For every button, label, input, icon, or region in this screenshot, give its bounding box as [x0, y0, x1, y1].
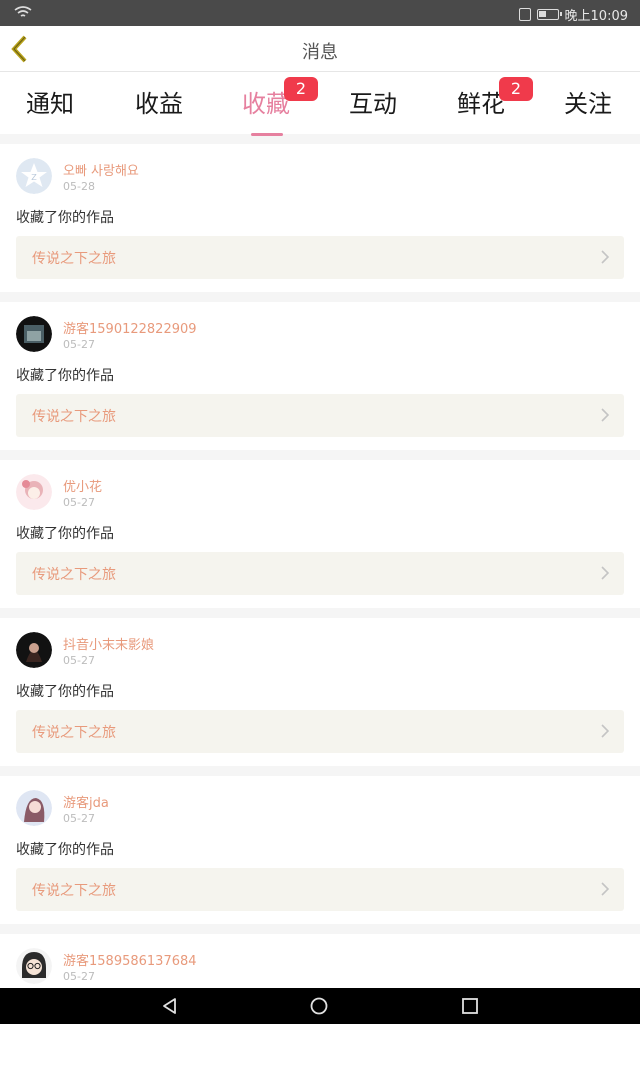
action-text: 收藏了你的作品	[16, 684, 114, 700]
work-title: 传说之下之旅	[32, 725, 116, 741]
home-circle-icon[interactable]	[309, 996, 329, 1016]
header: 消息	[0, 26, 640, 72]
work-link[interactable]: 传说之下之旅	[16, 710, 624, 753]
avatar[interactable]	[16, 948, 52, 984]
action-text: 收藏了你的作品	[16, 210, 114, 226]
list-item: Z 오빠 사랑해요 05-28 收藏了你的作品 传说之下之旅	[0, 144, 640, 292]
tab-notice[interactable]: 通知	[5, 84, 95, 119]
tab-flowers[interactable]: 鲜花 2	[436, 77, 533, 119]
chevron-right-icon	[601, 250, 610, 264]
tab-favorites[interactable]: 收藏 2	[221, 77, 318, 136]
avatar[interactable]: Z	[16, 158, 52, 194]
status-bar: 晚上10:09	[0, 0, 640, 26]
work-title: 传说之下之旅	[32, 883, 116, 899]
avatar[interactable]	[16, 790, 52, 826]
favorites-badge: 2	[284, 77, 318, 101]
user-name[interactable]: 游客1590122822909	[63, 318, 197, 337]
list-item: 抖音小末末影娘 05-27 收藏了你的作品 传说之下之旅	[0, 618, 640, 766]
list-item: 优小花 05-27 收藏了你的作品 传说之下之旅	[0, 460, 640, 608]
flowers-badge: 2	[499, 77, 533, 101]
tab-bar: 通知 收益 收藏 2 互动 鲜花 2 关注	[0, 72, 640, 136]
recent-apps-icon[interactable]	[460, 996, 480, 1016]
navigation-bar	[0, 988, 640, 1024]
user-name[interactable]: 优小花	[63, 476, 102, 495]
battery-icon	[536, 9, 562, 20]
chevron-right-icon	[601, 882, 610, 896]
action-text: 收藏了你的作品	[16, 842, 114, 858]
tab-label: 关注	[564, 90, 612, 118]
list-item: 游客jda 05-27 收藏了你的作品 传说之下之旅	[0, 776, 640, 924]
user-name[interactable]: 游客1589586137684	[63, 950, 197, 969]
message-date: 05-27	[63, 812, 95, 825]
tab-interaction[interactable]: 互动	[328, 84, 418, 119]
active-tab-indicator	[251, 133, 283, 136]
tab-label: 收藏	[242, 90, 290, 118]
chevron-right-icon	[601, 724, 610, 738]
tab-label: 互动	[349, 90, 397, 118]
user-name[interactable]: 抖音小末末影娘	[63, 634, 154, 653]
work-link[interactable]: 传说之下之旅	[16, 394, 624, 437]
tab-label: 鲜花	[457, 90, 505, 118]
user-name[interactable]: 오빠 사랑해요	[63, 160, 139, 179]
work-link[interactable]: 传说之下之旅	[16, 868, 624, 911]
wifi-icon	[14, 6, 32, 17]
work-title: 传说之下之旅	[32, 567, 116, 583]
status-time: 晚上10:09	[564, 9, 628, 24]
chevron-right-icon	[601, 408, 610, 422]
avatar[interactable]	[16, 474, 52, 510]
tab-earnings[interactable]: 收益	[114, 84, 204, 119]
message-date: 05-27	[63, 970, 95, 983]
work-link[interactable]: 传说之下之旅	[16, 552, 624, 595]
message-date: 05-27	[63, 654, 95, 667]
page-title: 消息	[302, 42, 338, 63]
chevron-right-icon	[601, 566, 610, 580]
vibrate-icon	[518, 8, 531, 21]
user-name[interactable]: 游客jda	[63, 792, 109, 811]
svg-text:Z: Z	[31, 173, 37, 182]
work-link[interactable]: 传说之下之旅	[16, 236, 624, 279]
list-item: 游客1590122822909 05-27 收藏了你的作品 传说之下之旅	[0, 302, 640, 450]
tab-following[interactable]: 关注	[543, 84, 633, 119]
tab-label: 通知	[26, 90, 74, 118]
message-date: 05-27	[63, 338, 95, 351]
work-title: 传说之下之旅	[32, 409, 116, 425]
tab-label: 收益	[135, 90, 183, 118]
action-text: 收藏了你的作品	[16, 526, 114, 542]
work-title: 传说之下之旅	[32, 251, 116, 267]
avatar[interactable]	[16, 632, 52, 668]
back-triangle-icon[interactable]	[160, 996, 180, 1016]
avatar[interactable]	[16, 316, 52, 352]
action-text: 收藏了你的作品	[16, 368, 114, 384]
message-date: 05-28	[63, 180, 95, 193]
message-date: 05-27	[63, 496, 95, 509]
